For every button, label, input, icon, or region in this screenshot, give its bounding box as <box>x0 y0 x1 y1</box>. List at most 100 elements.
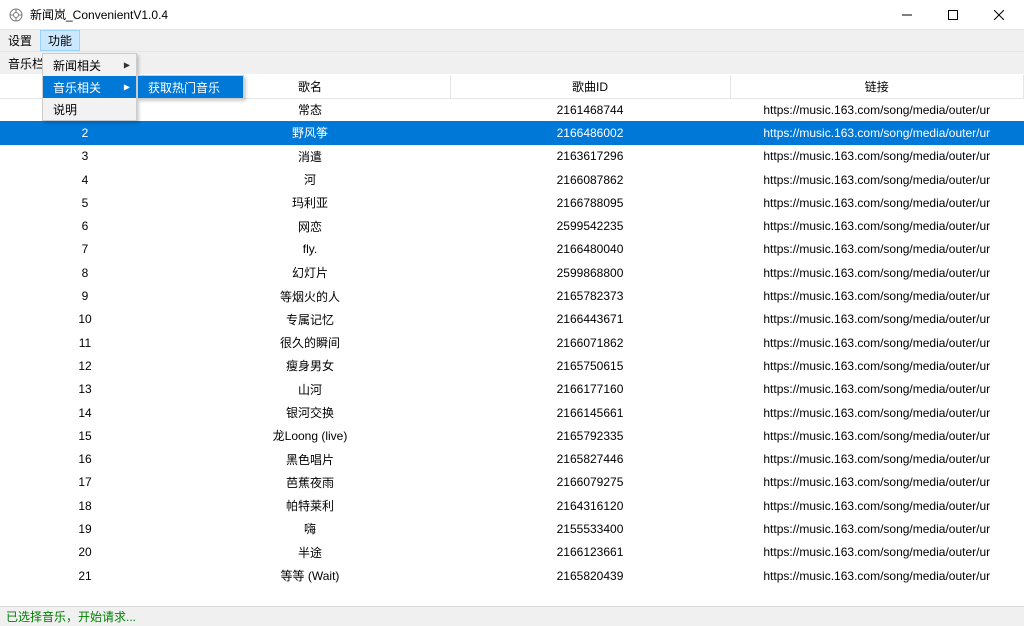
cell-idx: 8 <box>0 261 170 284</box>
cell-name: 等烟火的人 <box>170 284 450 307</box>
menu-item-label: 音乐相关 <box>53 79 101 96</box>
table-row[interactable]: 4河2166087862https://music.163.com/song/m… <box>0 168 1024 191</box>
menu-item-music[interactable]: 音乐相关 ▶ <box>43 76 136 98</box>
menu-item-label: 新闻相关 <box>53 57 101 74</box>
cell-link: https://music.163.com/song/media/outer/u… <box>730 564 1024 587</box>
table-row[interactable]: 9等烟火的人2165782373https://music.163.com/so… <box>0 284 1024 307</box>
cell-link: https://music.163.com/song/media/outer/u… <box>730 541 1024 564</box>
cell-idx: 4 <box>0 168 170 191</box>
menubar: 设置 功能 <box>0 30 1024 52</box>
cell-name: 龙Loong (live) <box>170 424 450 447</box>
table-row[interactable]: 11很久的瞬间2166071862https://music.163.com/s… <box>0 331 1024 354</box>
cell-link: https://music.163.com/song/media/outer/u… <box>730 378 1024 401</box>
submenu-item-fetch-hot-music[interactable]: 获取热门音乐 <box>138 76 243 98</box>
table-row[interactable]: 2野风筝2166486002https://music.163.com/song… <box>0 121 1024 144</box>
cell-name: 河 <box>170 168 450 191</box>
table-row[interactable]: 10专属记忆2166443671https://music.163.com/so… <box>0 308 1024 331</box>
cell-idx: 9 <box>0 284 170 307</box>
table-row[interactable]: 3消遣2163617296https://music.163.com/song/… <box>0 145 1024 168</box>
cell-name: 很久的瞬间 <box>170 331 450 354</box>
cell-id: 2163617296 <box>450 145 730 168</box>
table-row[interactable]: 5玛利亚2166788095https://music.163.com/song… <box>0 191 1024 214</box>
table-row[interactable]: 6网恋2599542235https://music.163.com/song/… <box>0 214 1024 237</box>
menu-functions[interactable]: 功能 <box>40 30 80 51</box>
cell-id: 2165827446 <box>450 447 730 470</box>
table-row[interactable]: 17芭蕉夜雨2166079275https://music.163.com/so… <box>0 471 1024 494</box>
cell-id: 2166071862 <box>450 331 730 354</box>
cell-link: https://music.163.com/song/media/outer/u… <box>730 331 1024 354</box>
menu-item-label: 说明 <box>53 101 77 118</box>
table-row[interactable]: 8幻灯片2599868800https://music.163.com/song… <box>0 261 1024 284</box>
menu-settings[interactable]: 设置 <box>0 30 40 51</box>
column-link[interactable]: 链接 <box>730 75 1024 98</box>
secondary-bar: 音乐栏 <box>0 52 1024 74</box>
cell-id: 2166443671 <box>450 308 730 331</box>
cell-link: https://music.163.com/song/media/outer/u… <box>730 424 1024 447</box>
cell-id: 2161468744 <box>450 98 730 121</box>
table-row[interactable]: 12瘦身男女2165750615https://music.163.com/so… <box>0 354 1024 377</box>
table-row[interactable]: 常态2161468744https://music.163.com/song/m… <box>0 98 1024 121</box>
cell-link: https://music.163.com/song/media/outer/u… <box>730 517 1024 540</box>
cell-link: https://music.163.com/song/media/outer/u… <box>730 447 1024 470</box>
table-row[interactable]: 18帕特莱利2164316120https://music.163.com/so… <box>0 494 1024 517</box>
cell-link: https://music.163.com/song/media/outer/u… <box>730 98 1024 121</box>
table-row[interactable]: 21等等 (Wait)2165820439https://music.163.c… <box>0 564 1024 587</box>
cell-name: 消遣 <box>170 145 450 168</box>
cell-link: https://music.163.com/song/media/outer/u… <box>730 145 1024 168</box>
cell-idx: 14 <box>0 401 170 424</box>
cell-link: https://music.163.com/song/media/outer/u… <box>730 121 1024 144</box>
cell-id: 2166177160 <box>450 378 730 401</box>
cell-idx: 16 <box>0 447 170 470</box>
cell-name: 银河交换 <box>170 401 450 424</box>
minimize-button[interactable] <box>884 0 930 30</box>
cell-link: https://music.163.com/song/media/outer/u… <box>730 494 1024 517</box>
cell-id: 2155533400 <box>450 517 730 540</box>
cell-name: fly. <box>170 238 450 261</box>
cell-id: 2165750615 <box>450 354 730 377</box>
cell-id: 2166145661 <box>450 401 730 424</box>
cell-idx: 21 <box>0 564 170 587</box>
table-row[interactable]: 20半途2166123661https://music.163.com/song… <box>0 541 1024 564</box>
cell-name: 帕特莱利 <box>170 494 450 517</box>
cell-link: https://music.163.com/song/media/outer/u… <box>730 471 1024 494</box>
cell-idx: 3 <box>0 145 170 168</box>
cell-link: https://music.163.com/song/media/outer/u… <box>730 261 1024 284</box>
dropdown-menu: 新闻相关 ▶ 音乐相关 ▶ 说明 <box>42 53 137 121</box>
cell-name: 等等 (Wait) <box>170 564 450 587</box>
submenu: 获取热门音乐 <box>137 75 244 99</box>
cell-id: 2599542235 <box>450 214 730 237</box>
cell-name: 幻灯片 <box>170 261 450 284</box>
cell-link: https://music.163.com/song/media/outer/u… <box>730 308 1024 331</box>
cell-link: https://music.163.com/song/media/outer/u… <box>730 191 1024 214</box>
cell-idx: 6 <box>0 214 170 237</box>
table-row[interactable]: 13山河2166177160https://music.163.com/song… <box>0 378 1024 401</box>
cell-name: 瘦身男女 <box>170 354 450 377</box>
cell-id: 2165820439 <box>450 564 730 587</box>
cell-id: 2165792335 <box>450 424 730 447</box>
table-row[interactable]: 15龙Loong (live)2165792335https://music.1… <box>0 424 1024 447</box>
column-songid[interactable]: 歌曲ID <box>450 75 730 98</box>
menu-item-about[interactable]: 说明 <box>43 98 136 120</box>
chevron-right-icon: ▶ <box>124 83 130 92</box>
table-row[interactable]: 16黑色唱片2165827446https://music.163.com/so… <box>0 447 1024 470</box>
table-row[interactable]: 19嗨2155533400https://music.163.com/song/… <box>0 517 1024 540</box>
cell-id: 2164316120 <box>450 494 730 517</box>
cell-idx: 13 <box>0 378 170 401</box>
window-controls <box>884 0 1022 30</box>
cell-id: 2166480040 <box>450 238 730 261</box>
cell-id: 2166123661 <box>450 541 730 564</box>
cell-name: 常态 <box>170 98 450 121</box>
cell-id: 2599868800 <box>450 261 730 284</box>
table-row[interactable]: 7fly.2166480040https://music.163.com/son… <box>0 238 1024 261</box>
cell-id: 2166788095 <box>450 191 730 214</box>
menu-item-news[interactable]: 新闻相关 ▶ <box>43 54 136 76</box>
close-button[interactable] <box>976 0 1022 30</box>
maximize-button[interactable] <box>930 0 976 30</box>
table-row[interactable]: 14银河交换2166145661https://music.163.com/so… <box>0 401 1024 424</box>
cell-link: https://music.163.com/song/media/outer/u… <box>730 214 1024 237</box>
status-text: 已选择音乐，开始请求... <box>6 608 136 625</box>
cell-idx: 12 <box>0 354 170 377</box>
cell-name: 专属记忆 <box>170 308 450 331</box>
titlebar: 新闻岚_ConvenientV1.0.4 <box>0 0 1024 30</box>
cell-id: 2166087862 <box>450 168 730 191</box>
